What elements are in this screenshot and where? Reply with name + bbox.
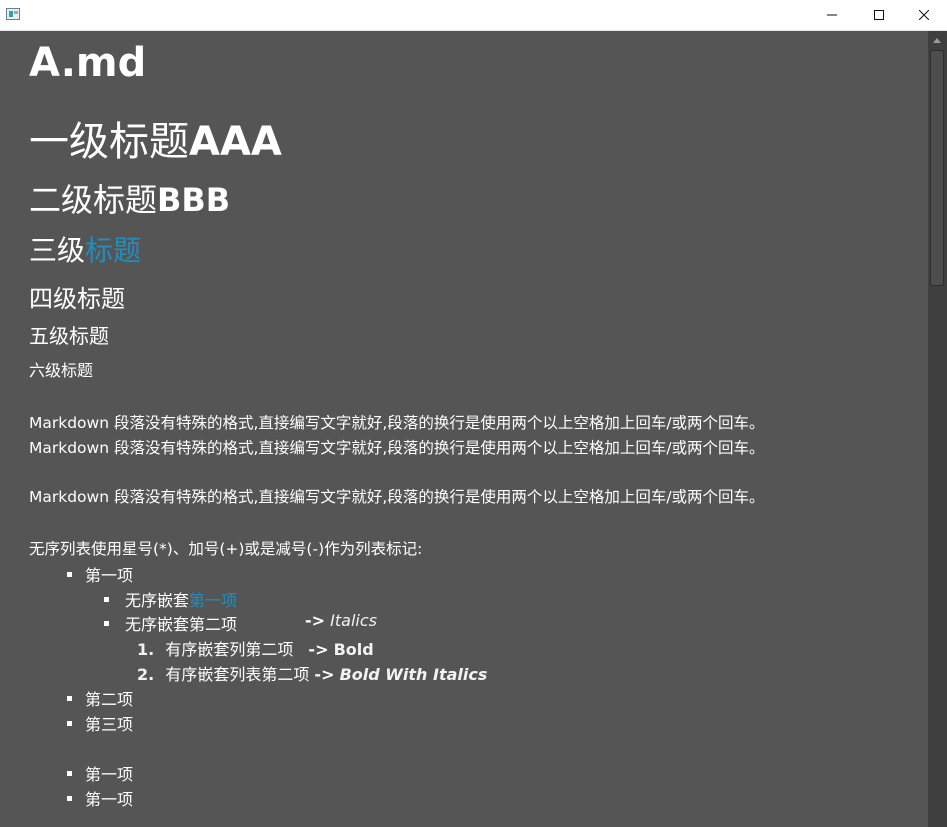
paragraph-1: Markdown 段落没有特殊的格式,直接编写文字就好,段落的换行是使用两个以上…	[29, 414, 765, 432]
bold-text: Bold	[333, 640, 374, 659]
ordered-item-text: 有序嵌套列表第二项	[165, 665, 310, 684]
italic-text: Italics	[330, 611, 377, 630]
arrow-text: ->	[305, 611, 326, 630]
nested-item-2-suffix: -> Italics	[305, 611, 377, 630]
bullet-icon	[67, 572, 72, 577]
heading-2-text: 二级标题	[29, 181, 158, 219]
heading-6: 六级标题	[29, 361, 94, 380]
list-item: 第三项	[85, 715, 134, 734]
nested-item-text: 无序嵌套	[125, 591, 190, 610]
minimize-icon	[827, 14, 837, 16]
heading-3-link[interactable]: 标题	[85, 234, 141, 267]
bullet-icon	[67, 771, 72, 776]
vertical-scrollbar[interactable]	[928, 31, 947, 827]
minimize-button[interactable]	[809, 0, 855, 30]
title-bar	[0, 0, 947, 31]
bullet-icon	[67, 696, 72, 701]
maximize-button[interactable]	[856, 0, 902, 30]
maximize-icon	[874, 10, 884, 20]
file-title: A.md	[29, 40, 147, 86]
heading-1: 一级标题AAA	[29, 109, 282, 167]
heading-3-text: 三级	[29, 234, 86, 267]
close-button[interactable]	[901, 0, 947, 30]
bullet-icon	[104, 621, 109, 626]
ordered-number: 1.	[137, 640, 155, 659]
list-item: 第二项	[85, 690, 134, 709]
ordered-item-text: 有序嵌套列第二项	[165, 640, 294, 659]
bold-italic-text: Bold With Italics	[339, 665, 488, 684]
bullet-icon	[67, 796, 72, 801]
list-item: 第一项	[85, 790, 134, 809]
list-item: 第一项	[85, 765, 134, 784]
heading-2: 二级标题BBB	[29, 175, 230, 221]
scrollbar-thumb[interactable]	[930, 50, 944, 286]
arrow-text: ->	[308, 640, 329, 659]
heading-1-bold: AAA	[189, 119, 282, 165]
list-item: 第一项	[85, 566, 134, 585]
heading-3: 三级标题	[29, 229, 141, 269]
bullet-icon	[67, 721, 72, 726]
heading-5: 五级标题	[29, 324, 109, 348]
nested-list-item-1: 无序嵌套第一项	[125, 587, 237, 611]
heading-1-text: 一级标题	[29, 119, 189, 165]
ordered-list-item-1: 1. 有序嵌套列第二项 -> Bold	[137, 636, 374, 660]
ordered-number: 2.	[137, 665, 155, 684]
nested-list-item-2: 无序嵌套第二项	[125, 615, 238, 634]
scroll-up-arrow-icon[interactable]	[933, 38, 941, 43]
paragraph-3: Markdown 段落没有特殊的格式,直接编写文字就好,段落的换行是使用两个以上…	[29, 488, 765, 506]
bullet-icon	[104, 597, 109, 602]
app-icon	[6, 8, 20, 20]
heading-2-bold: BBB	[157, 181, 231, 219]
close-icon	[919, 10, 929, 20]
ordered-list-item-2: 2. 有序嵌套列表第二项 -> Bold With Italics	[137, 661, 487, 685]
list-intro: 无序列表使用星号(*)、加号(+)或是减号(-)作为列表标记:	[29, 540, 423, 558]
heading-4: 四级标题	[29, 285, 125, 313]
nested-item-link[interactable]: 第一项	[189, 591, 237, 610]
markdown-preview[interactable]: A.md 一级标题AAA 二级标题BBB 三级标题 四级标题 五级标题 六级标题…	[0, 31, 928, 827]
arrow-text: ->	[314, 665, 335, 684]
paragraph-2: Markdown 段落没有特殊的格式,直接编写文字就好,段落的换行是使用两个以上…	[29, 439, 765, 457]
